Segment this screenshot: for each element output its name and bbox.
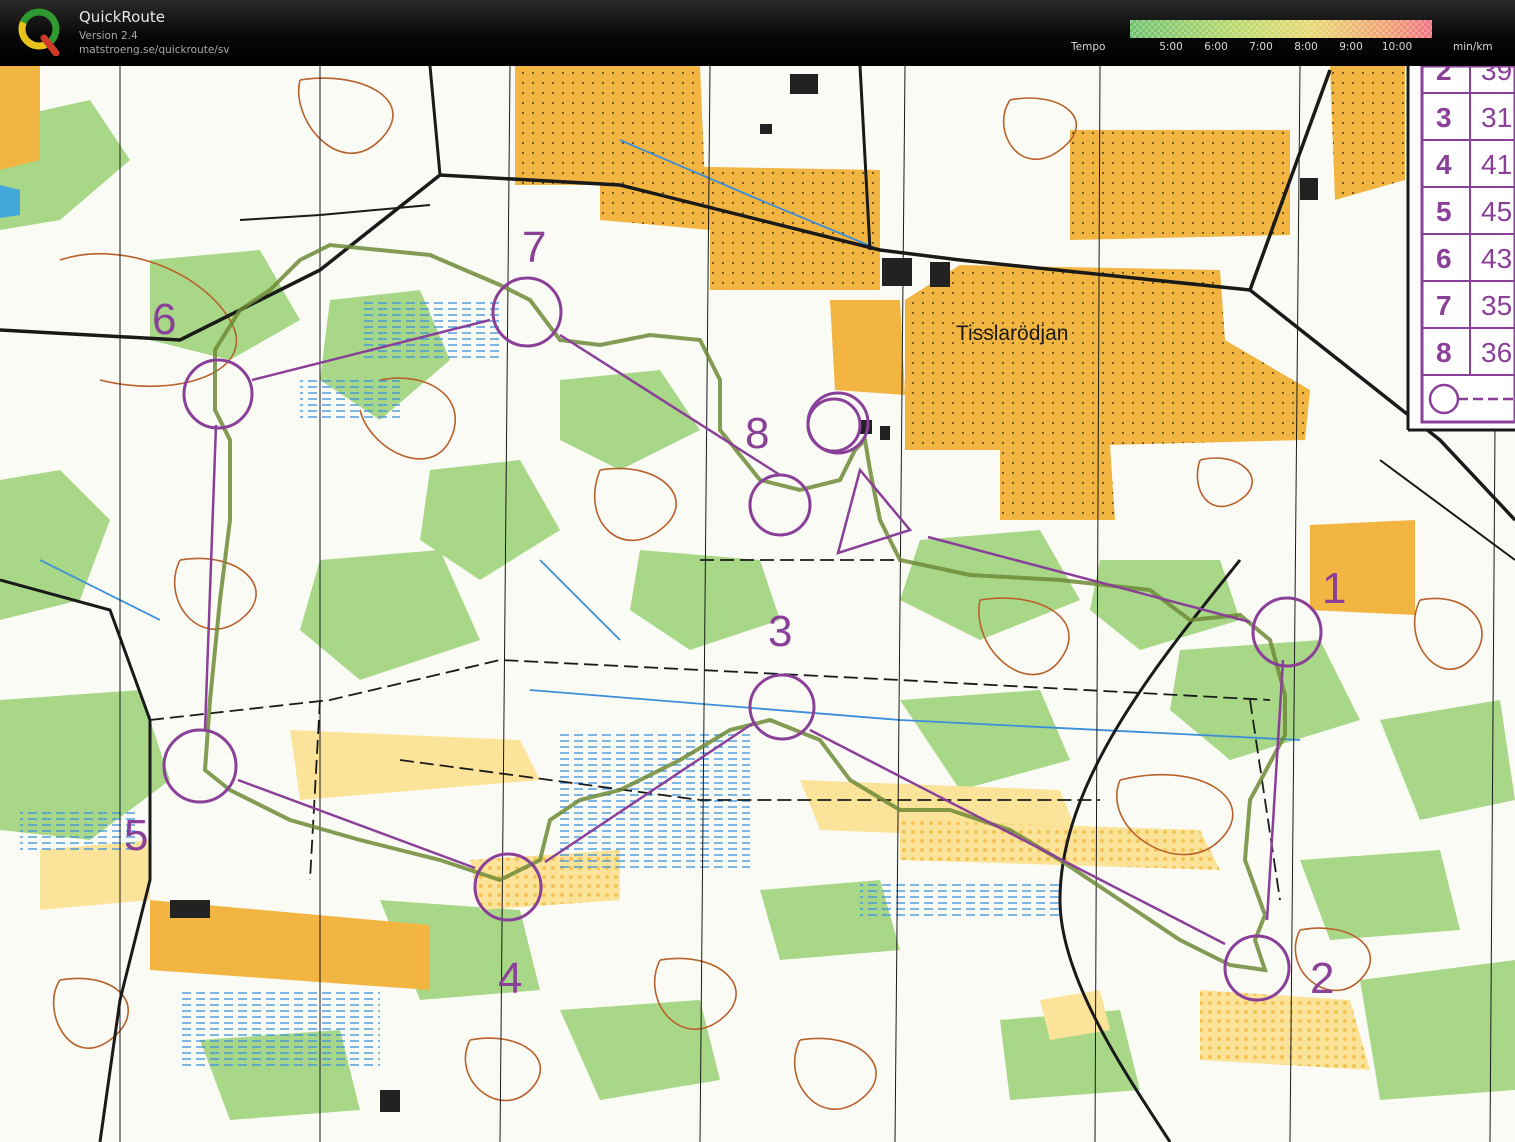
tempo-color-scale xyxy=(1130,20,1432,38)
control-number-6: 6 xyxy=(152,295,176,344)
control-number-5: 5 xyxy=(124,811,148,860)
tempo-label: Tempo xyxy=(1071,41,1106,53)
table-value-cell: 39 xyxy=(1481,66,1512,86)
control-number-1: 1 xyxy=(1322,564,1346,613)
table-value-cell: 35 xyxy=(1481,290,1512,321)
table-code-cell: 2 xyxy=(1436,66,1452,86)
table-value-cell: 36 xyxy=(1481,337,1512,368)
place-name-label: Tisslarödjan xyxy=(956,322,1068,345)
control-number-2: 2 xyxy=(1310,954,1334,1003)
tempo-tick: 7:00 xyxy=(1249,41,1273,53)
tempo-tick: 6:00 xyxy=(1204,41,1228,53)
control-number-4: 4 xyxy=(498,954,522,1003)
app-url: matstroeng.se/quickroute/sv xyxy=(79,44,230,56)
control-number-3: 3 xyxy=(768,607,792,656)
tempo-tick: 5:00 xyxy=(1159,41,1183,53)
tempo-tick: 9:00 xyxy=(1339,41,1363,53)
table-value-cell: 31 xyxy=(1481,102,1512,133)
quickroute-logo-icon xyxy=(18,8,60,56)
app-name: QuickRoute xyxy=(79,8,165,26)
control-number-7: 7 xyxy=(522,223,546,272)
tempo-tick: 10:00 xyxy=(1381,41,1413,53)
orienteering-map[interactable]: 1 2 3 4 5 6 7 8 Tisslarödjan 2 39 3 31 4… xyxy=(0,66,1515,1142)
table-code-cell: 6 xyxy=(1436,243,1452,274)
table-value-cell: 41 xyxy=(1481,149,1512,180)
tempo-tick: 8:00 xyxy=(1294,41,1318,53)
tempo-unit: min/km xyxy=(1453,41,1493,53)
table-value-cell: 43 xyxy=(1481,243,1512,274)
table-code-cell: 7 xyxy=(1436,290,1452,321)
water-features xyxy=(0,185,20,218)
table-code-cell: 3 xyxy=(1436,102,1452,133)
control-number-8: 8 xyxy=(745,409,769,458)
app-version: Version 2.4 xyxy=(79,30,138,42)
title-bar: QuickRoute Version 2.4 matstroeng.se/qui… xyxy=(0,0,1515,66)
table-code-cell: 5 xyxy=(1436,196,1452,227)
control-description-table: 2 39 3 31 4 41 5 45 6 43 7 35 8 36 xyxy=(1406,66,1515,432)
table-code-cell: 8 xyxy=(1436,337,1452,368)
table-code-cell: 4 xyxy=(1436,149,1452,180)
table-value-cell: 45 xyxy=(1481,196,1512,227)
